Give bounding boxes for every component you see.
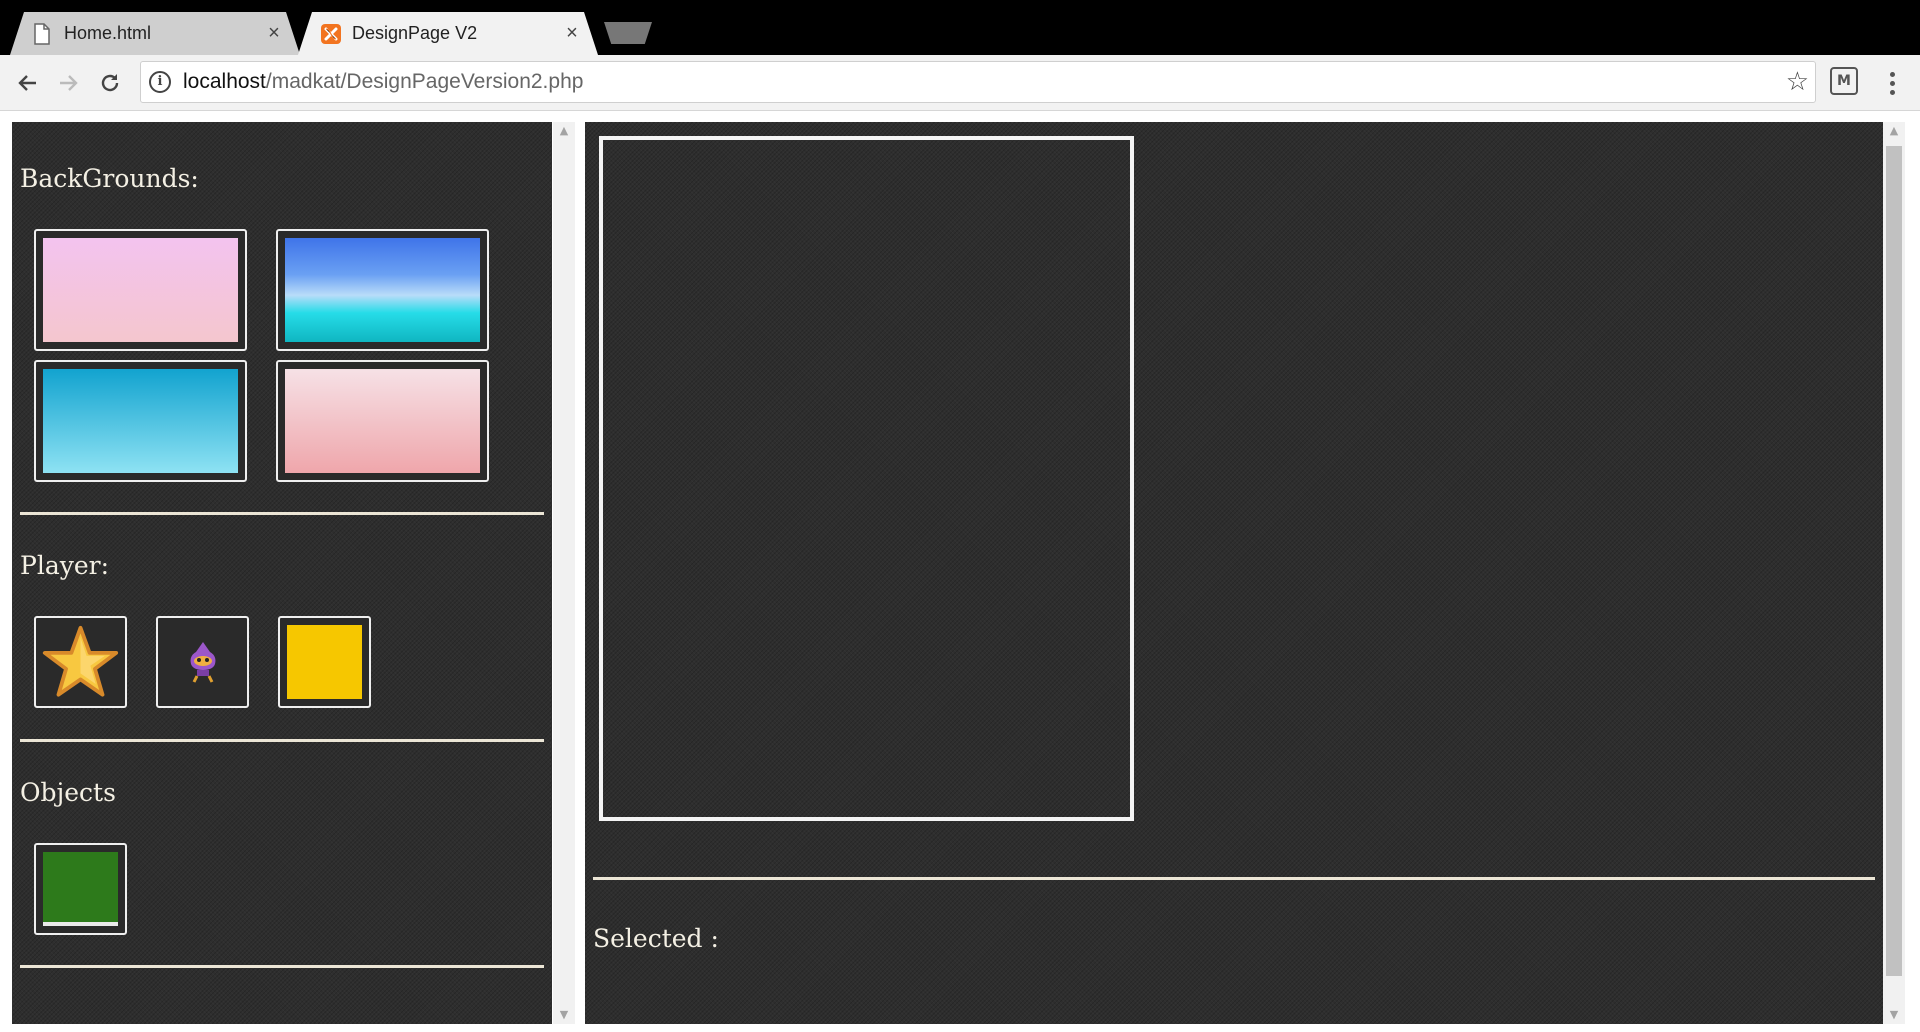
- player-tile-star[interactable]: [34, 616, 127, 708]
- tab-strip: Home.html × DesignPage V2 ×: [0, 0, 1920, 55]
- reload-icon: [101, 74, 119, 92]
- menu-dot: [1889, 71, 1895, 77]
- design-area[interactable]: Selected :: [585, 122, 1883, 1024]
- background-tile-cyan[interactable]: [34, 360, 247, 482]
- player-title: Player:: [20, 551, 110, 580]
- scroll-thumb[interactable]: [1886, 146, 1902, 976]
- tab-home[interactable]: Home.html ×: [10, 12, 300, 55]
- design-divider: [593, 877, 1875, 880]
- page-scrollbar[interactable]: ▲ ▼: [1883, 122, 1905, 1024]
- close-icon[interactable]: ×: [562, 22, 582, 45]
- arrow-right-icon: [60, 75, 78, 91]
- star-icon: [42, 625, 119, 697]
- tab-title: DesignPage V2: [352, 23, 478, 43]
- address-bar[interactable]: i localhost/madkat/DesignPageVersion2.ph…: [140, 61, 1816, 103]
- background-swatch: [285, 369, 480, 473]
- background-tile-pink[interactable]: [34, 229, 247, 351]
- bookmark-star-icon[interactable]: ☆: [1786, 66, 1809, 97]
- info-icon[interactable]: i: [149, 71, 171, 93]
- background-swatch: [43, 238, 238, 342]
- background-tile-sky[interactable]: [276, 229, 489, 351]
- close-icon[interactable]: ×: [264, 22, 284, 45]
- arrow-left-icon: [18, 75, 36, 91]
- xampp-icon: [320, 23, 341, 45]
- design-canvas[interactable]: [599, 136, 1134, 821]
- page-content: BackGrounds: Player: Objects ▲ ▼ Selecte…: [0, 111, 1920, 1032]
- section-divider: [20, 512, 544, 515]
- player-tile-character[interactable]: [156, 616, 249, 708]
- browser-menu-button[interactable]: [1880, 65, 1904, 101]
- scroll-up-icon[interactable]: ▲: [553, 122, 575, 140]
- asset-panel-scrollbar[interactable]: ▲ ▼: [553, 122, 575, 1024]
- background-swatch: [43, 369, 238, 473]
- scroll-up-icon[interactable]: ▲: [1883, 122, 1905, 140]
- forward-button[interactable]: [50, 65, 86, 101]
- new-tab-button[interactable]: [604, 22, 652, 44]
- player-tile-yellow-block[interactable]: [278, 616, 371, 708]
- file-icon: [32, 22, 52, 45]
- reload-button[interactable]: [92, 65, 128, 101]
- back-button[interactable]: [10, 65, 46, 101]
- tab-designpage[interactable]: DesignPage V2 ×: [298, 12, 598, 55]
- selected-label: Selected :: [593, 924, 719, 953]
- objects-title: Objects: [20, 778, 116, 807]
- menu-dot: [1889, 80, 1895, 86]
- section-divider: [20, 965, 544, 968]
- tab-title: Home.html: [64, 23, 152, 43]
- backgrounds-title: BackGrounds:: [20, 164, 199, 193]
- menu-dot: [1889, 89, 1895, 95]
- background-swatch: [285, 238, 480, 342]
- yellow-block-swatch: [287, 625, 362, 699]
- section-divider: [20, 739, 544, 742]
- url-host: localhost: [183, 70, 266, 93]
- extension-icon[interactable]: M: [1830, 67, 1858, 95]
- asset-panel[interactable]: BackGrounds: Player: Objects: [12, 122, 552, 1024]
- scroll-down-icon[interactable]: ▼: [1883, 1006, 1905, 1024]
- scroll-down-icon[interactable]: ▼: [553, 1006, 575, 1024]
- background-tile-rose[interactable]: [276, 360, 489, 482]
- green-block-swatch: [43, 852, 118, 926]
- browser-toolbar: i localhost/madkat/DesignPageVersion2.ph…: [0, 55, 1920, 111]
- url-path: /madkat/DesignPageVersion2.php: [265, 70, 584, 93]
- character-icon: [190, 642, 215, 683]
- object-tile-green-block[interactable]: [34, 843, 127, 935]
